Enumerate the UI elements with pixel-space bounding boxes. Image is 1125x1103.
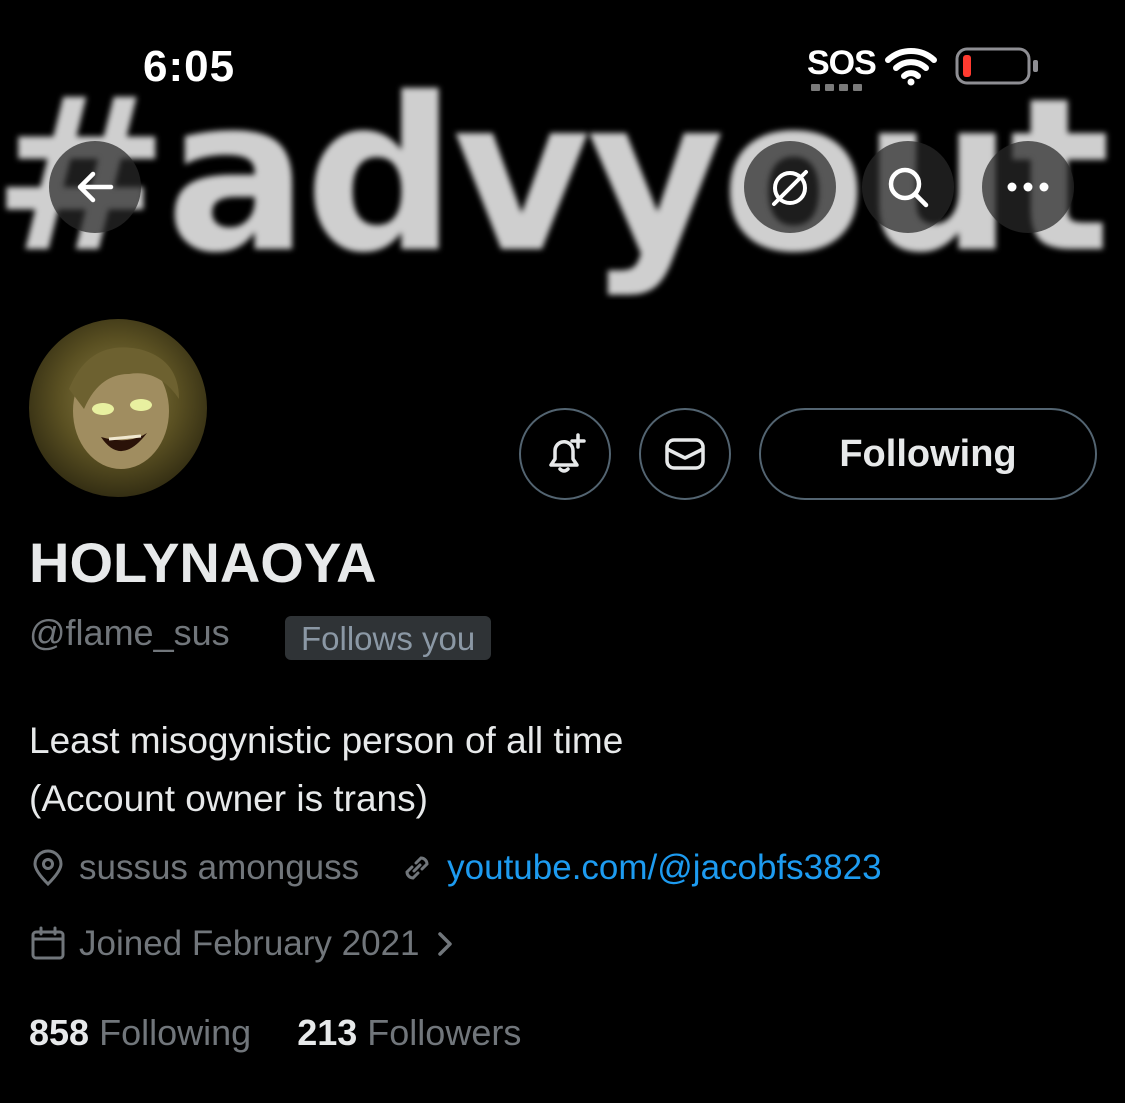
wifi-icon [885,48,937,86]
battery-icon [955,47,1038,85]
more-button[interactable] [982,141,1074,233]
joined-row[interactable]: Joined February 2021 [29,924,458,964]
avatar-image [69,347,179,469]
location-text: sussus amonguss [79,848,360,887]
search-button[interactable] [862,141,954,233]
search-icon [888,167,929,208]
sos-indicator: SOS [807,44,877,82]
following-label: Following [99,1012,252,1053]
display-name: HOLYNAOYA [29,531,377,594]
followers-label: Followers [367,1012,522,1053]
profile-meta-row: sussus amonguss youtube.com/@jacobfs3823 [29,848,882,888]
bell-plus-icon [549,433,586,473]
joined-text: Joined February 2021 [79,924,420,963]
following-button[interactable]: Following [759,408,1097,500]
status-bar: 6:05 SOS [0,0,1125,120]
following-count: 858 [29,1012,90,1053]
arrow-left-icon [77,171,114,203]
bio-line: (Account owner is trans) [29,778,428,819]
follows-you-badge: Follows you [285,616,492,660]
bio: Least misogynistic person of all time (A… [29,712,623,828]
more-horizontal-icon [1007,182,1049,192]
calendar-icon [31,926,65,960]
notify-button[interactable] [519,408,611,500]
followers-stat[interactable]: 213 Followers [297,1012,521,1053]
follow-stats: 858 Following 213 Followers [29,1012,521,1054]
website-link[interactable]: youtube.com/@jacobfs3823 [447,848,881,888]
location-icon [33,849,63,887]
back-button[interactable] [49,141,141,233]
avatar[interactable] [27,317,209,499]
grok-icon [772,170,808,206]
link-icon [405,856,429,880]
message-button[interactable] [639,408,731,500]
following-stat[interactable]: 858 Following [29,1012,251,1053]
followers-count: 213 [297,1012,358,1053]
bio-line: Least misogynistic person of all time [29,720,624,761]
envelope-icon [665,438,705,470]
chevron-right-icon [437,932,452,956]
user-handle: @flame_sus [29,612,230,653]
grok-button[interactable] [744,141,836,233]
signal-dots [811,84,862,91]
status-time: 6:05 [143,42,236,91]
